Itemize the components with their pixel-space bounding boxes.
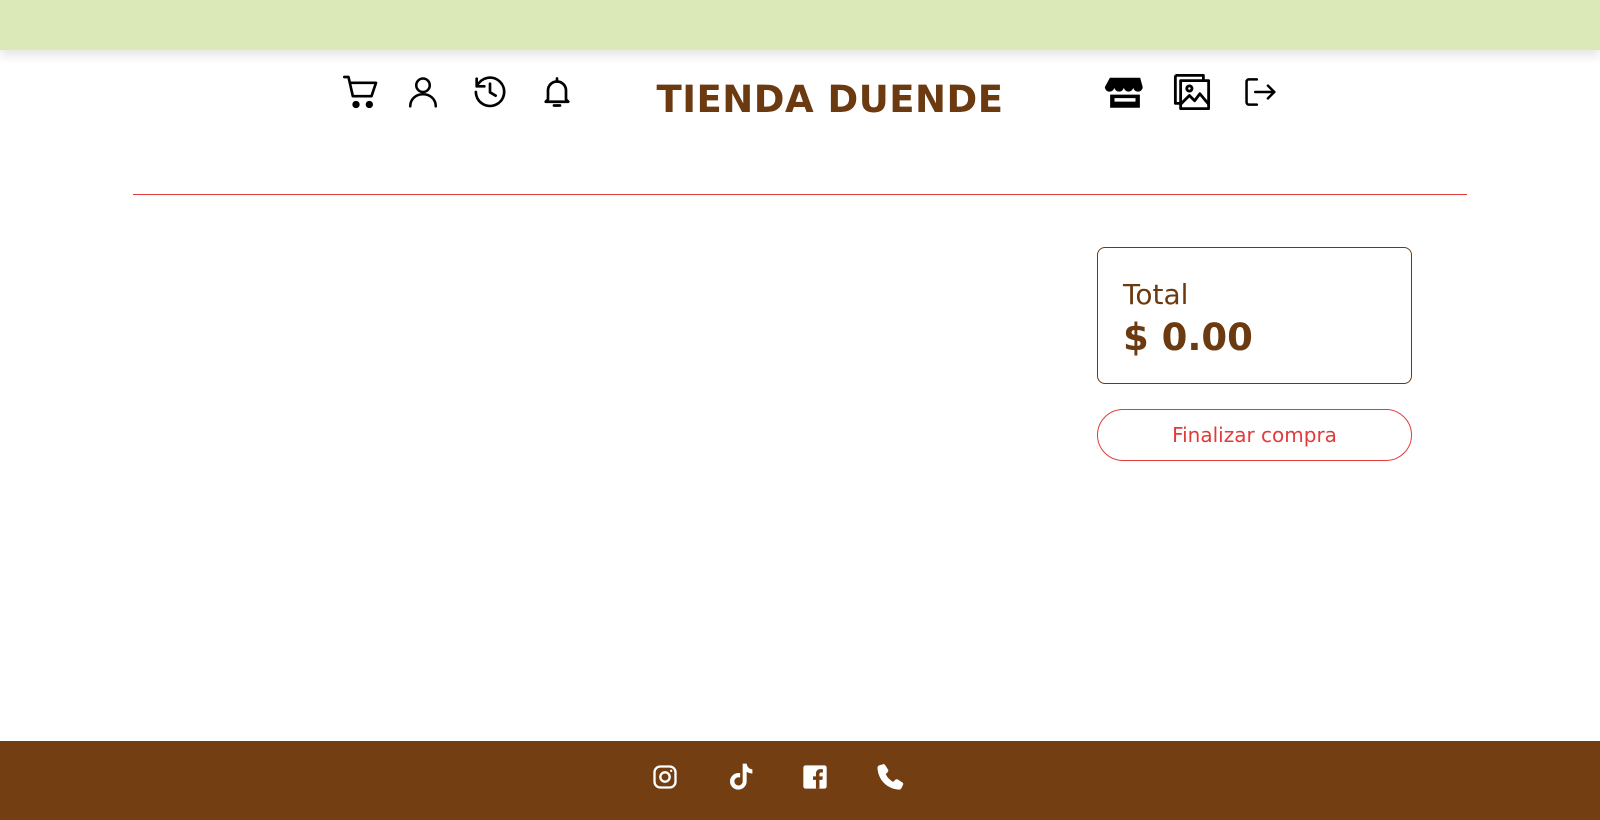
store-icon[interactable] (1103, 70, 1147, 114)
tiktok-icon[interactable] (718, 755, 762, 799)
gallery-icon[interactable] (1170, 70, 1214, 114)
footer (0, 741, 1600, 820)
instagram-icon[interactable] (643, 755, 687, 799)
user-icon[interactable] (401, 70, 445, 114)
history-icon[interactable] (468, 70, 512, 114)
phone-icon[interactable] (868, 755, 912, 799)
header: TIENDA DUENDE (0, 50, 1600, 195)
top-banner (0, 0, 1600, 50)
total-value: $ 0.00 (1123, 316, 1253, 359)
header-divider (133, 194, 1467, 195)
total-card: Total $ 0.00 (1097, 247, 1412, 384)
bell-icon[interactable] (535, 70, 579, 114)
brand-title: TIENDA DUENDE (656, 78, 1004, 121)
cart-icon[interactable] (339, 70, 383, 114)
total-label: Total (1123, 278, 1189, 311)
logout-icon[interactable] (1238, 70, 1282, 114)
facebook-icon[interactable] (793, 755, 837, 799)
checkout-button[interactable]: Finalizar compra (1097, 409, 1412, 461)
